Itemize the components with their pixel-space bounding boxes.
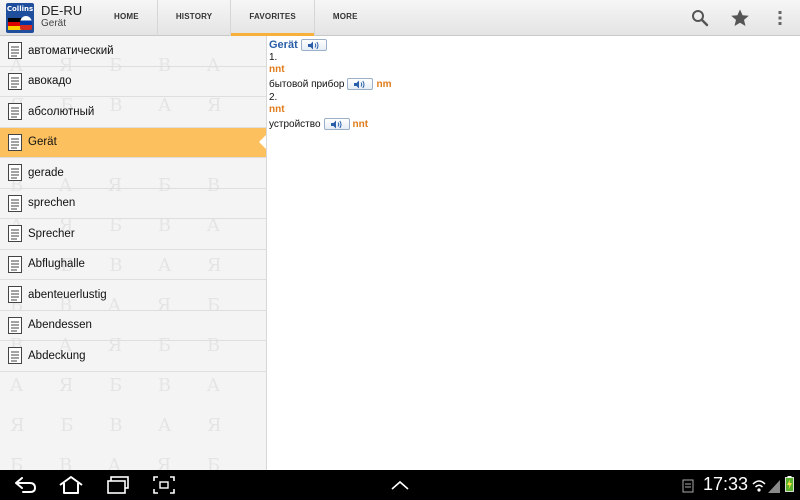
list-item[interactable]: авокадо: [0, 67, 266, 97]
screenshot-button[interactable]: [152, 475, 176, 495]
home-icon: [59, 476, 83, 494]
list-item-label: Gerät: [28, 136, 57, 149]
home-button[interactable]: [57, 475, 85, 495]
app-subtitle: Gerät: [41, 18, 67, 29]
speaker-icon: [354, 80, 365, 88]
dictionary-entry: Gerät 1. nnt бытовой прибор nm 2. nnt ус…: [269, 38, 797, 468]
sense-number: 2.: [269, 92, 278, 103]
list-item-label: Abdeckung: [28, 349, 86, 362]
system-navigation-bar: 17:33: [0, 470, 800, 500]
action-bar: Collins DE-RU Gerät HOME HISTORY FAVORIT…: [0, 0, 800, 36]
play-pronunciation-button[interactable]: [300, 39, 327, 51]
back-icon: [15, 477, 37, 493]
sense-number: 1.: [269, 52, 278, 63]
tab-favorites[interactable]: FAVORITES: [230, 0, 314, 36]
russian-flag-icon: [20, 16, 32, 30]
list-item-label: абсолютный: [28, 105, 95, 118]
overflow-menu-icon: [778, 11, 782, 25]
show-more-button[interactable]: [389, 475, 411, 495]
tab-more[interactable]: MORE: [313, 0, 376, 36]
document-icon: [8, 316, 22, 334]
search-button[interactable]: [688, 6, 712, 30]
list-item-selected[interactable]: Gerät: [0, 127, 266, 158]
translation-grammar: nnt: [352, 118, 369, 130]
list-item[interactable]: автоматический: [0, 36, 266, 67]
star-icon: [731, 9, 749, 26]
list-item-label: Sprecher: [28, 227, 75, 240]
list-item-label: авокадо: [28, 75, 72, 88]
grammar-label: nnt: [269, 104, 285, 115]
list-item[interactable]: gerade: [0, 158, 266, 189]
back-button[interactable]: [12, 475, 38, 495]
list-item-label: gerade: [28, 166, 64, 179]
list-item-label: abenteuerlustig: [28, 288, 107, 301]
document-icon: [8, 255, 22, 273]
headword: Gerät: [269, 39, 298, 51]
document-icon: [8, 194, 22, 212]
app-title: DE-RU: [41, 3, 83, 18]
play-translation-button[interactable]: [347, 78, 374, 90]
document-icon: [8, 286, 22, 304]
list-item[interactable]: sprechen: [0, 189, 266, 219]
document-icon: [8, 42, 22, 60]
document-icon: [8, 164, 22, 182]
play-translation-button[interactable]: [323, 118, 350, 130]
document-icon: [8, 347, 22, 365]
overflow-menu-button[interactable]: [768, 6, 792, 30]
document-icon: [8, 103, 22, 121]
translation-row: устройство nnt: [269, 116, 797, 132]
tab-history[interactable]: HISTORY: [156, 0, 231, 36]
document-icon: [8, 133, 22, 151]
headword-row: Gerät: [269, 38, 797, 52]
chevron-up-icon: [391, 480, 409, 490]
translation-grammar: nm: [376, 78, 392, 90]
translation-text: бытовой прибор: [269, 78, 345, 90]
list-item[interactable]: абсолютный: [0, 97, 266, 128]
app-logo-icon[interactable]: Collins: [6, 3, 34, 33]
list-item[interactable]: Abdeckung: [0, 341, 266, 372]
list-item[interactable]: Abendessen: [0, 311, 266, 341]
search-icon: [692, 10, 709, 27]
list-item-label: автоматический: [28, 44, 114, 57]
list-item[interactable]: abenteuerlustig: [0, 280, 266, 311]
list-item[interactable]: Abflughalle: [0, 250, 266, 280]
document-icon: [8, 72, 22, 90]
list-item[interactable]: Sprecher: [0, 219, 266, 250]
list-item-label: Abflughalle: [28, 258, 85, 271]
tab-home[interactable]: HOME: [96, 0, 157, 36]
signal-icon: [768, 478, 780, 497]
grammar-label: nnt: [269, 64, 285, 75]
recent-apps-button[interactable]: [105, 475, 131, 495]
recent-apps-icon: [107, 476, 129, 494]
speaker-icon: [330, 120, 342, 128]
speaker-icon: [307, 41, 319, 49]
notification-icon[interactable]: [682, 478, 694, 497]
screenshot-icon: [153, 476, 175, 494]
translation-text: устройство: [269, 118, 321, 130]
favorites-list[interactable]: A Я Б B A Я Б B A Я Б B A Я Б B A Я Б B …: [0, 36, 267, 470]
list-item-label: Abendessen: [28, 319, 92, 332]
wifi-icon: [752, 478, 766, 497]
translation-row: бытовой прибор nm: [269, 76, 797, 92]
favorite-button[interactable]: [728, 6, 752, 30]
list-item-label: sprechen: [28, 197, 76, 210]
clock[interactable]: 17:33: [703, 474, 748, 495]
app-logo-brand: Collins: [6, 5, 34, 13]
document-icon: [8, 225, 22, 243]
battery-icon: [785, 476, 794, 496]
tab-bar: HOME HISTORY FAVORITES MORE: [96, 0, 376, 36]
